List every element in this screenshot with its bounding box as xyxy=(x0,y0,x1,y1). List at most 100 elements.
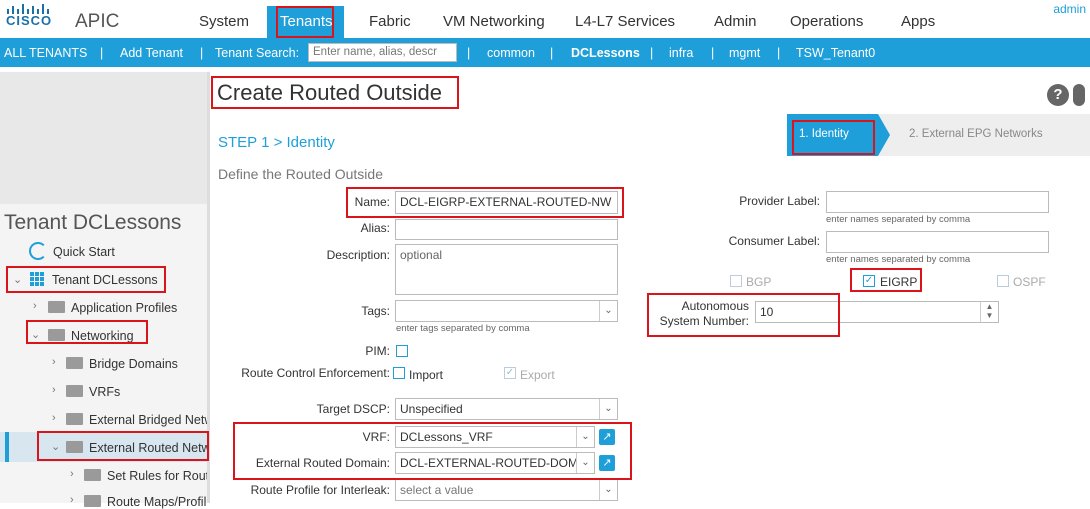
import-checkbox[interactable] xyxy=(393,367,405,379)
asn-value: 10 xyxy=(760,305,774,319)
chevron-down-icon[interactable]: ⌄ xyxy=(599,399,617,419)
stepper-icon[interactable]: ▲ ▼ xyxy=(980,302,998,322)
nav-l4-l7-services[interactable]: L4-L7 Services xyxy=(575,13,675,30)
open-external-icon[interactable]: ↗ xyxy=(599,455,615,471)
bgp-checkbox[interactable] xyxy=(730,275,742,287)
separator: | xyxy=(777,46,781,60)
sidebar-selection-indicator xyxy=(5,432,9,462)
ospf-checkbox[interactable] xyxy=(997,275,1009,287)
import-label: Import xyxy=(409,368,444,382)
help-icon[interactable]: ? xyxy=(1047,84,1069,106)
eigrp-checkbox[interactable]: ✓ xyxy=(863,275,875,287)
pim-checkbox[interactable] xyxy=(396,345,408,357)
tenant-link-infra[interactable]: infra xyxy=(669,46,693,60)
sidebar-title: Tenant DCLessons xyxy=(4,211,182,234)
consumer-label-input[interactable] xyxy=(826,231,1049,253)
open-external-icon[interactable]: ↗ xyxy=(599,429,615,445)
chevron-right-icon[interactable]: › xyxy=(33,300,37,312)
folder-icon xyxy=(66,413,83,425)
all-tenants-link[interactable]: ALL TENANTS xyxy=(4,46,87,60)
separator: | xyxy=(200,46,204,60)
nav-operations[interactable]: Operations xyxy=(790,13,863,30)
sidebar-item-route-maps[interactable]: Route Maps/Profil xyxy=(107,495,207,509)
tenant-sub-bar: ALL TENANTS | Add Tenant | Tenant Search… xyxy=(0,38,1090,67)
tags-label: Tags: xyxy=(361,304,390,318)
external-routed-domain-select[interactable]: DCL-EXTERNAL-ROUTED-DOM ⌄ xyxy=(395,452,595,474)
chevron-down-icon[interactable]: ⌄ xyxy=(51,440,60,453)
separator: | xyxy=(711,46,715,60)
add-tenant-link[interactable]: Add Tenant xyxy=(120,46,183,60)
chevron-down-icon[interactable]: ⌄ xyxy=(576,453,594,473)
sidebar-item-tenant-dclessons[interactable]: Tenant DCLessons xyxy=(52,273,158,287)
panel-divider[interactable] xyxy=(207,72,210,503)
tags-select[interactable]: ⌄ xyxy=(395,300,618,322)
target-dscp-select[interactable]: Unspecified ⌄ xyxy=(395,398,618,420)
nav-vm-networking[interactable]: VM Networking xyxy=(443,13,545,30)
alias-input[interactable] xyxy=(395,219,618,240)
sidebar-item-external-routed-networks[interactable]: External Routed Netw xyxy=(89,441,207,455)
external-routed-domain-label: External Routed Domain: xyxy=(255,456,390,470)
tenant-link-common[interactable]: common xyxy=(487,46,535,60)
chevron-right-icon[interactable]: › xyxy=(70,494,74,506)
tenant-link-tsw-tenant0[interactable]: TSW_Tenant0 xyxy=(796,46,875,60)
provider-label-hint: enter names separated by comma xyxy=(826,214,971,225)
more-icon[interactable] xyxy=(1073,84,1085,106)
nav-system[interactable]: System xyxy=(199,13,249,30)
tenant-link-mgmt[interactable]: mgmt xyxy=(729,46,760,60)
provider-label-input[interactable] xyxy=(826,191,1049,213)
chevron-down-icon[interactable]: ⌄ xyxy=(576,427,594,447)
tenant-search-input[interactable]: Enter name, alias, descr xyxy=(308,43,457,62)
external-routed-domain-value: DCL-EXTERNAL-ROUTED-DOM xyxy=(400,456,579,470)
bgp-label: BGP xyxy=(746,275,772,289)
sidebar-item-bridge-domains[interactable]: Bridge Domains xyxy=(89,357,178,371)
name-input[interactable]: DCL-EIGRP-EXTERNAL-ROUTED-NW xyxy=(395,191,618,214)
chevron-down-icon[interactable]: ⌄ xyxy=(13,273,22,286)
vrf-select[interactable]: DCLessons_VRF ⌄ xyxy=(395,426,595,448)
sidebar-top-area xyxy=(0,72,207,204)
folder-icon xyxy=(66,385,83,397)
nav-admin[interactable]: Admin xyxy=(714,13,757,30)
app-title: APIC xyxy=(75,11,120,32)
route-profile-interleak-value: select a value xyxy=(400,483,474,497)
separator: | xyxy=(650,46,654,60)
dialog-title: Create Routed Outside xyxy=(217,80,443,105)
pim-label: PIM: xyxy=(365,344,390,358)
nav-tenants[interactable]: Tenants xyxy=(280,13,333,30)
chevron-down-icon[interactable]: ⌄ xyxy=(599,480,617,500)
eigrp-label: EIGRP xyxy=(880,275,918,289)
user-menu[interactable]: admin xyxy=(1053,2,1086,16)
folder-icon xyxy=(48,301,65,313)
wizard-step-arrow xyxy=(878,114,890,156)
wizard-step-external-epg[interactable]: 2. External EPG Networks xyxy=(909,128,1043,140)
route-profile-interleak-select[interactable]: select a value ⌄ xyxy=(395,479,618,501)
vrf-value: DCLessons_VRF xyxy=(400,430,493,444)
asn-label-line2: System Number: xyxy=(659,314,749,328)
sidebar-item-external-bridged-networks[interactable]: External Bridged Netw xyxy=(89,413,207,427)
nav-fabric[interactable]: Fabric xyxy=(369,13,411,30)
chevron-right-icon[interactable]: › xyxy=(52,384,56,396)
description-input[interactable]: optional xyxy=(395,244,618,295)
asn-input[interactable]: 10 ▲ ▼ xyxy=(755,301,999,323)
sidebar-item-quick-start[interactable]: Quick Start xyxy=(53,245,115,259)
separator: | xyxy=(467,46,471,60)
nav-apps[interactable]: Apps xyxy=(901,13,935,30)
chevron-right-icon[interactable]: › xyxy=(52,356,56,368)
target-dscp-value: Unspecified xyxy=(400,402,463,416)
quick-start-icon xyxy=(29,242,47,260)
step-label: STEP 1 > Identity xyxy=(218,134,335,151)
tenant-link-dclessons[interactable]: DCLessons xyxy=(571,46,640,60)
chevron-down-icon[interactable]: ⌄ xyxy=(599,301,617,321)
tenant-search-label: Tenant Search: xyxy=(215,46,300,60)
sidebar-item-vrfs[interactable]: VRFs xyxy=(89,385,120,399)
name-label: Name: xyxy=(354,195,390,209)
alias-label: Alias: xyxy=(360,221,390,235)
folder-icon xyxy=(66,357,83,369)
cisco-logo-text: CISCO xyxy=(6,13,53,28)
sidebar-item-application-profiles[interactable]: Application Profiles xyxy=(71,301,177,315)
chevron-right-icon[interactable]: › xyxy=(52,412,56,424)
wizard-step-identity[interactable]: 1. Identity xyxy=(787,114,878,156)
chevron-down-icon[interactable]: ⌄ xyxy=(31,328,40,341)
sidebar-item-set-rules[interactable]: Set Rules for Rout xyxy=(107,469,207,483)
sidebar-item-networking[interactable]: Networking xyxy=(71,329,134,343)
chevron-right-icon[interactable]: › xyxy=(70,468,74,480)
